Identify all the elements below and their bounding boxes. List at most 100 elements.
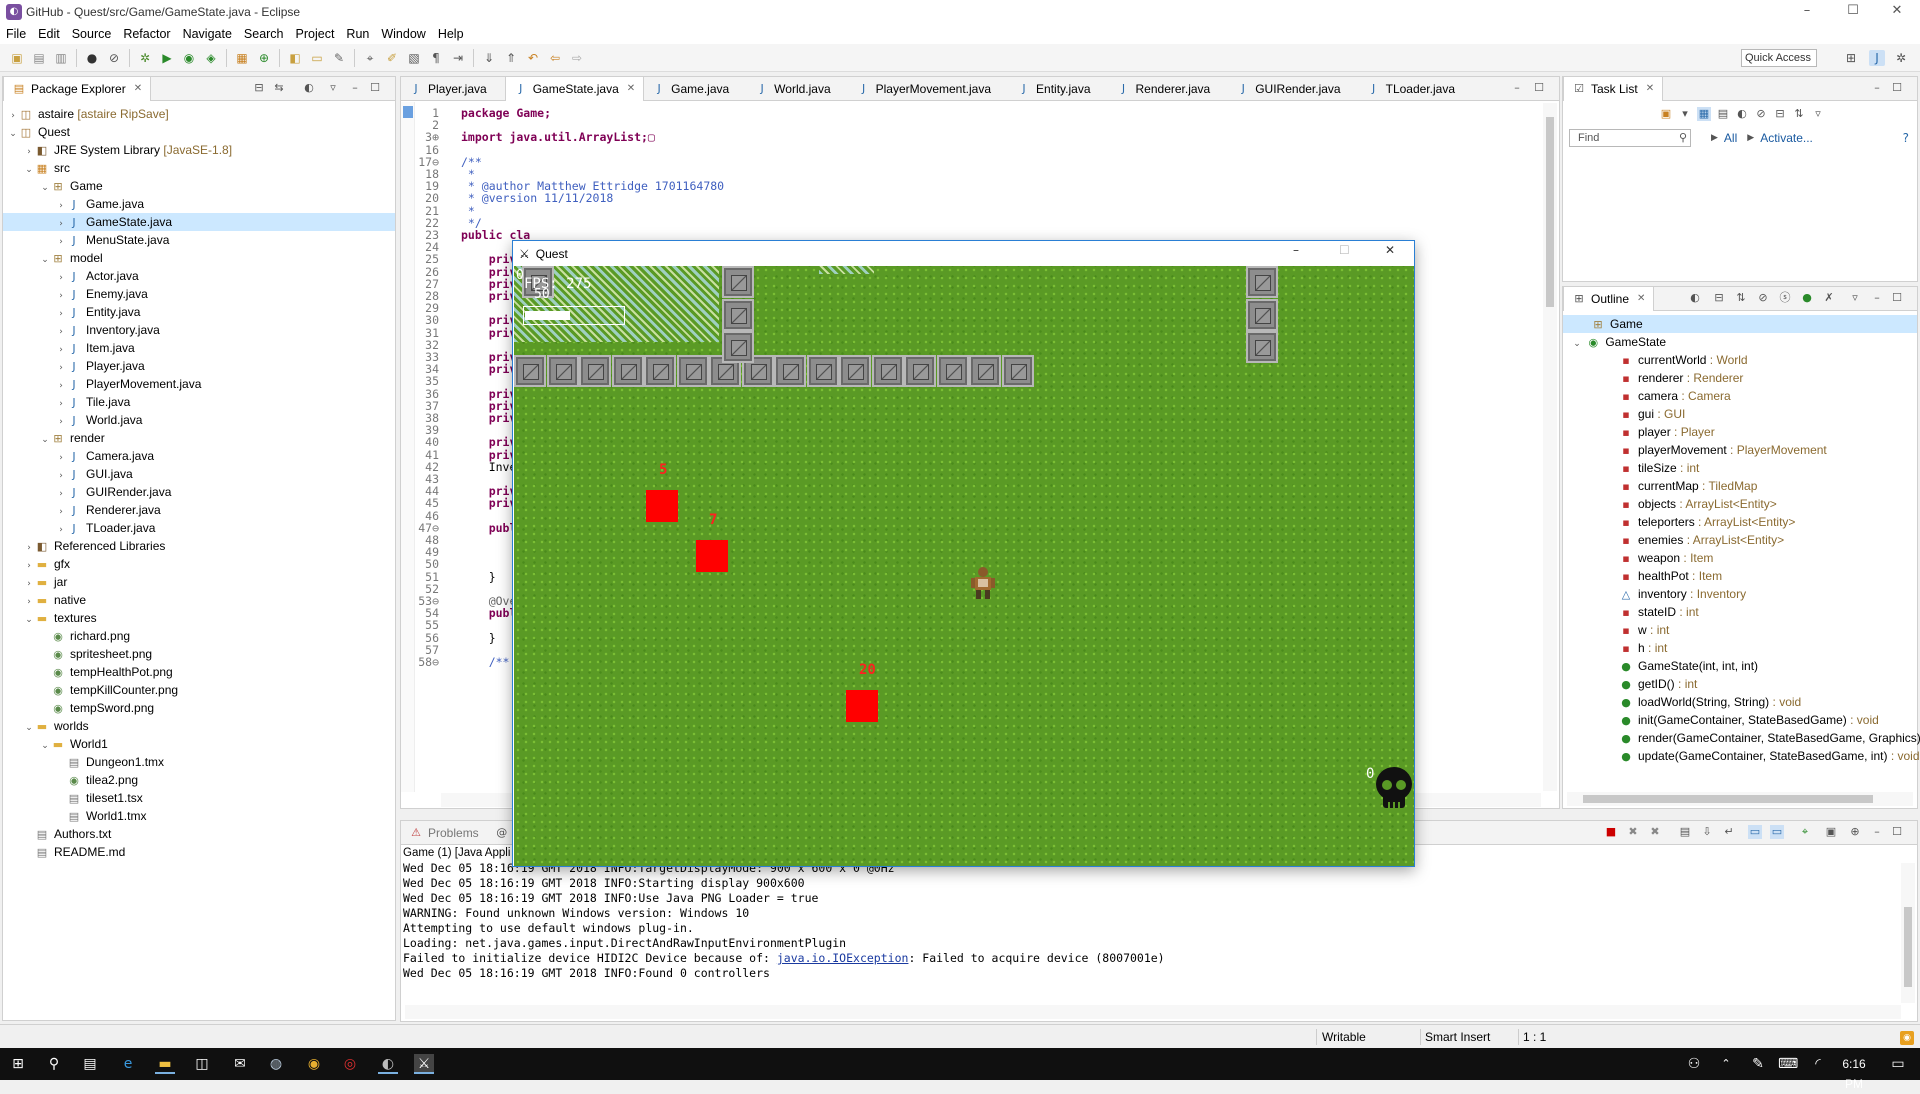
tree-item[interactable]: › J GUI.java	[3, 465, 395, 483]
tree-item[interactable]: › J PlayerMovement.java	[3, 375, 395, 393]
tree-item[interactable]: › ◧ Referenced Libraries	[3, 537, 395, 555]
tree-item[interactable]: ⌄ ⊞ render	[3, 429, 395, 447]
outline-member[interactable]: ▪ teleporters : ArrayList<Entity>	[1563, 513, 1917, 531]
mail-icon[interactable]: ✉	[230, 1054, 250, 1074]
run-icon[interactable]: ▶	[159, 50, 175, 66]
game-minimize-button[interactable]: –	[1293, 243, 1299, 257]
tree-item[interactable]: › J Actor.java	[3, 267, 395, 285]
action-center-icon[interactable]: ▭	[1888, 1054, 1908, 1074]
minimize-view-icon[interactable]: –	[1870, 81, 1884, 95]
keyboard-icon[interactable]: ⌨	[1778, 1054, 1798, 1074]
outline-package-row[interactable]: ⊞ Game	[1563, 315, 1917, 333]
editor-tab[interactable]: J World.java	[747, 77, 848, 101]
open-folder-icon[interactable]: ▭	[309, 50, 325, 66]
debug-icon[interactable]: ✲	[137, 50, 153, 66]
remove-launch-icon[interactable]: ✖	[1626, 825, 1640, 839]
collapse-all-icon[interactable]: ⊟	[252, 81, 266, 95]
store-icon[interactable]: ◫	[192, 1054, 212, 1074]
word-wrap-icon[interactable]: ↵	[1722, 825, 1736, 839]
editor-tab[interactable]: J TLoader.java	[1359, 77, 1473, 101]
outline-member[interactable]: ▪ gui : GUI	[1563, 405, 1917, 423]
tree-item[interactable]: › J GUIRender.java	[3, 483, 395, 501]
close-tab-icon[interactable]: ✕	[1637, 293, 1645, 304]
focus-icon[interactable]: ◐	[1688, 291, 1702, 305]
minimize-view-icon[interactable]: –	[1870, 825, 1884, 839]
maximize-button[interactable]: ☐	[1830, 0, 1876, 24]
tree-item[interactable]: ▤ Dungeon1.tmx	[3, 753, 395, 771]
activate-link[interactable]: Activate...	[1760, 131, 1813, 145]
external-tools-icon[interactable]: ◈	[203, 50, 219, 66]
block-selection-icon[interactable]: ▧	[406, 50, 422, 66]
tree-item[interactable]: ⌄ ▦ src	[3, 159, 395, 177]
tree-item[interactable]: › J Renderer.java	[3, 501, 395, 519]
tree-item[interactable]: ▤ Authors.txt	[3, 825, 395, 843]
editor-tab[interactable]: J Player.java	[401, 77, 505, 101]
tab-problems[interactable]: ⚠ Problems	[401, 821, 487, 845]
minimize-button[interactable]: –	[1784, 0, 1830, 24]
outline-member[interactable]: ▪ healthPot : Item	[1563, 567, 1917, 585]
maximize-view-icon[interactable]: ☐	[1890, 81, 1904, 95]
tree-item[interactable]: › J Game.java	[3, 195, 395, 213]
outline-member[interactable]: ▪ currentMap : TiledMap	[1563, 477, 1917, 495]
annotation-icon[interactable]: ⌖	[362, 50, 378, 66]
next-annotation-icon[interactable]: ⇓	[481, 50, 497, 66]
tab-outline[interactable]: ⊞ Outline ✕	[1563, 286, 1655, 311]
close-tab-icon[interactable]: ✕	[1646, 83, 1654, 94]
back-icon[interactable]: ⇦	[547, 50, 563, 66]
people-icon[interactable]: ⚇	[1684, 1054, 1704, 1074]
sort-icon[interactable]: ⇅	[1734, 291, 1748, 305]
outline-member[interactable]: ● loadWorld(String, String) : void	[1563, 693, 1917, 711]
game-window[interactable]: ⚔ Quest – ☐ ✕ 0 FPS: 275 50 5 7 20 0	[512, 240, 1415, 867]
new-icon[interactable]: ▣	[9, 50, 25, 66]
debug-perspective-switch-icon[interactable]: ✲	[1893, 50, 1909, 66]
display-console-icon[interactable]: ▣	[1824, 825, 1838, 839]
editor-tab[interactable]: J Entity.java	[1009, 77, 1108, 101]
task-view-icon[interactable]: ▤	[80, 1054, 100, 1074]
eclipse-taskbar-icon[interactable]: ◐	[378, 1054, 398, 1074]
tab-task-list[interactable]: ☑ Task List ✕	[1563, 76, 1664, 101]
outline-member[interactable]: △ inventory : Inventory	[1563, 585, 1917, 603]
outline-member[interactable]: ● render(GameContainer, StateBasedGame, G…	[1563, 729, 1920, 747]
game-taskbar-icon[interactable]: ⚔	[414, 1054, 434, 1074]
notification-icon[interactable]: ◉	[1900, 1031, 1914, 1045]
tree-item[interactable]: › J Enemy.java	[3, 285, 395, 303]
editor-tab[interactable]: J Renderer.java	[1109, 77, 1229, 101]
close-tab-icon[interactable]: ✕	[134, 83, 142, 94]
tree-item[interactable]: ◉ tempHealthPot.png	[3, 663, 395, 681]
tree-item[interactable]: ⌄ ◫ Quest	[3, 123, 395, 141]
outline-member[interactable]: ▪ h : int	[1563, 639, 1917, 657]
tree-item[interactable]: › J TLoader.java	[3, 519, 395, 537]
edge-icon[interactable]: e	[118, 1054, 138, 1074]
tray-chevron-icon[interactable]: ⌃	[1716, 1054, 1736, 1074]
outline-member[interactable]: ▪ w : int	[1563, 621, 1917, 639]
tree-item[interactable]: › ▬ jar	[3, 573, 395, 591]
debug-perspective-icon[interactable]: ●	[84, 50, 100, 66]
all-link[interactable]: All	[1724, 131, 1737, 145]
new-class-icon[interactable]: ⊕	[256, 50, 272, 66]
tree-item[interactable]: › J GameState.java	[3, 213, 395, 231]
hide-fields-icon[interactable]: ⊘	[1756, 291, 1770, 305]
save-icon[interactable]: ▤	[31, 50, 47, 66]
minimize-editor-icon[interactable]: –	[1510, 81, 1524, 95]
skip-breakpoints-icon[interactable]: ⊘	[106, 50, 122, 66]
game-close-button[interactable]: ✕	[1385, 243, 1395, 257]
close-tab-icon[interactable]: ✕	[627, 83, 635, 94]
menu-search[interactable]: Search	[244, 27, 284, 41]
outline-member[interactable]: ▪ currentWorld : World	[1563, 351, 1917, 369]
menu-navigate[interactable]: Navigate	[183, 27, 232, 41]
tree-item[interactable]: ▤ README.md	[3, 843, 395, 861]
menu-source[interactable]: Source	[72, 27, 112, 41]
mark-occurrences-icon[interactable]: ✐	[384, 50, 400, 66]
enemy-block[interactable]	[846, 690, 878, 722]
console-vscrollbar[interactable]	[1901, 863, 1915, 1003]
open-perspective-icon[interactable]: ⊞	[1843, 50, 1859, 66]
outline-member[interactable]: ▪ player : Player	[1563, 423, 1917, 441]
outline-member[interactable]: ● getID() : int	[1563, 675, 1917, 693]
scheduled-icon[interactable]: ▤	[1716, 107, 1730, 121]
editor-tab[interactable]: J Game.java	[644, 77, 747, 101]
focus-icon[interactable]: ◐	[302, 81, 316, 95]
help-icon[interactable]: ?	[1903, 131, 1909, 145]
enemy-block[interactable]	[696, 540, 728, 572]
sync-icon[interactable]: ⇅	[1792, 107, 1806, 121]
new-task-icon[interactable]: ▣	[1659, 107, 1673, 121]
